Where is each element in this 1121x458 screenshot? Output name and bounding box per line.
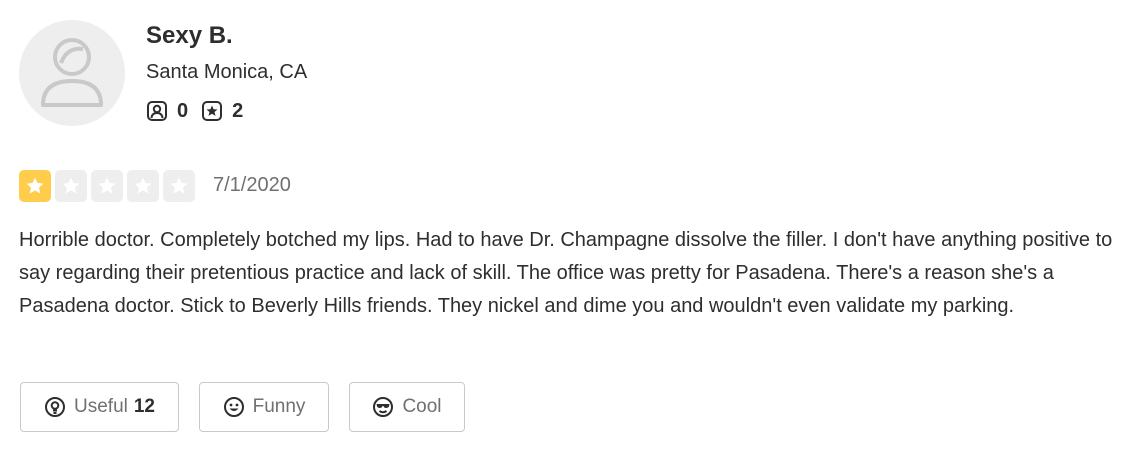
cool-button[interactable]: Cool [349,382,465,432]
star-1 [19,170,51,202]
cool-label: Cool [402,396,442,417]
star-3 [91,170,123,202]
star-2 [55,170,87,202]
reviewer-stats: 0 2 [146,99,256,123]
lightbulb-icon [45,397,65,417]
default-user-avatar-icon [41,38,103,107]
star-rating [19,170,199,202]
reviews-count: 2 [232,100,244,122]
star-5 [163,170,195,202]
star-icon [26,177,44,194]
smiley-icon [223,397,244,417]
review-star-icon [202,101,223,121]
useful-count: 12 [133,396,155,417]
star-icon [170,177,188,194]
review-actions: Useful 12 Funny Cool [20,382,485,432]
star-icon [134,177,152,194]
star-icon [98,177,116,194]
friends-count: 0 [177,100,189,122]
useful-label: Useful [74,396,128,417]
friends-icon [147,101,167,121]
reviewer-location: Santa Monica, CA [146,61,308,83]
review-date: 7/1/2020 [213,174,291,196]
reviewer-avatar[interactable] [19,20,125,126]
sunglasses-icon [373,397,394,417]
star-icon [62,177,80,194]
review-text: Horrible doctor. Completely botched my l… [19,229,1113,317]
friends-stat: 0 [146,99,188,123]
funny-button[interactable]: Funny [199,382,329,432]
reviewer-name[interactable]: Sexy B. [146,22,233,50]
star-4 [127,170,159,202]
reviews-stat: 2 [201,99,243,123]
useful-button[interactable]: Useful 12 [20,382,179,432]
funny-label: Funny [252,396,306,417]
